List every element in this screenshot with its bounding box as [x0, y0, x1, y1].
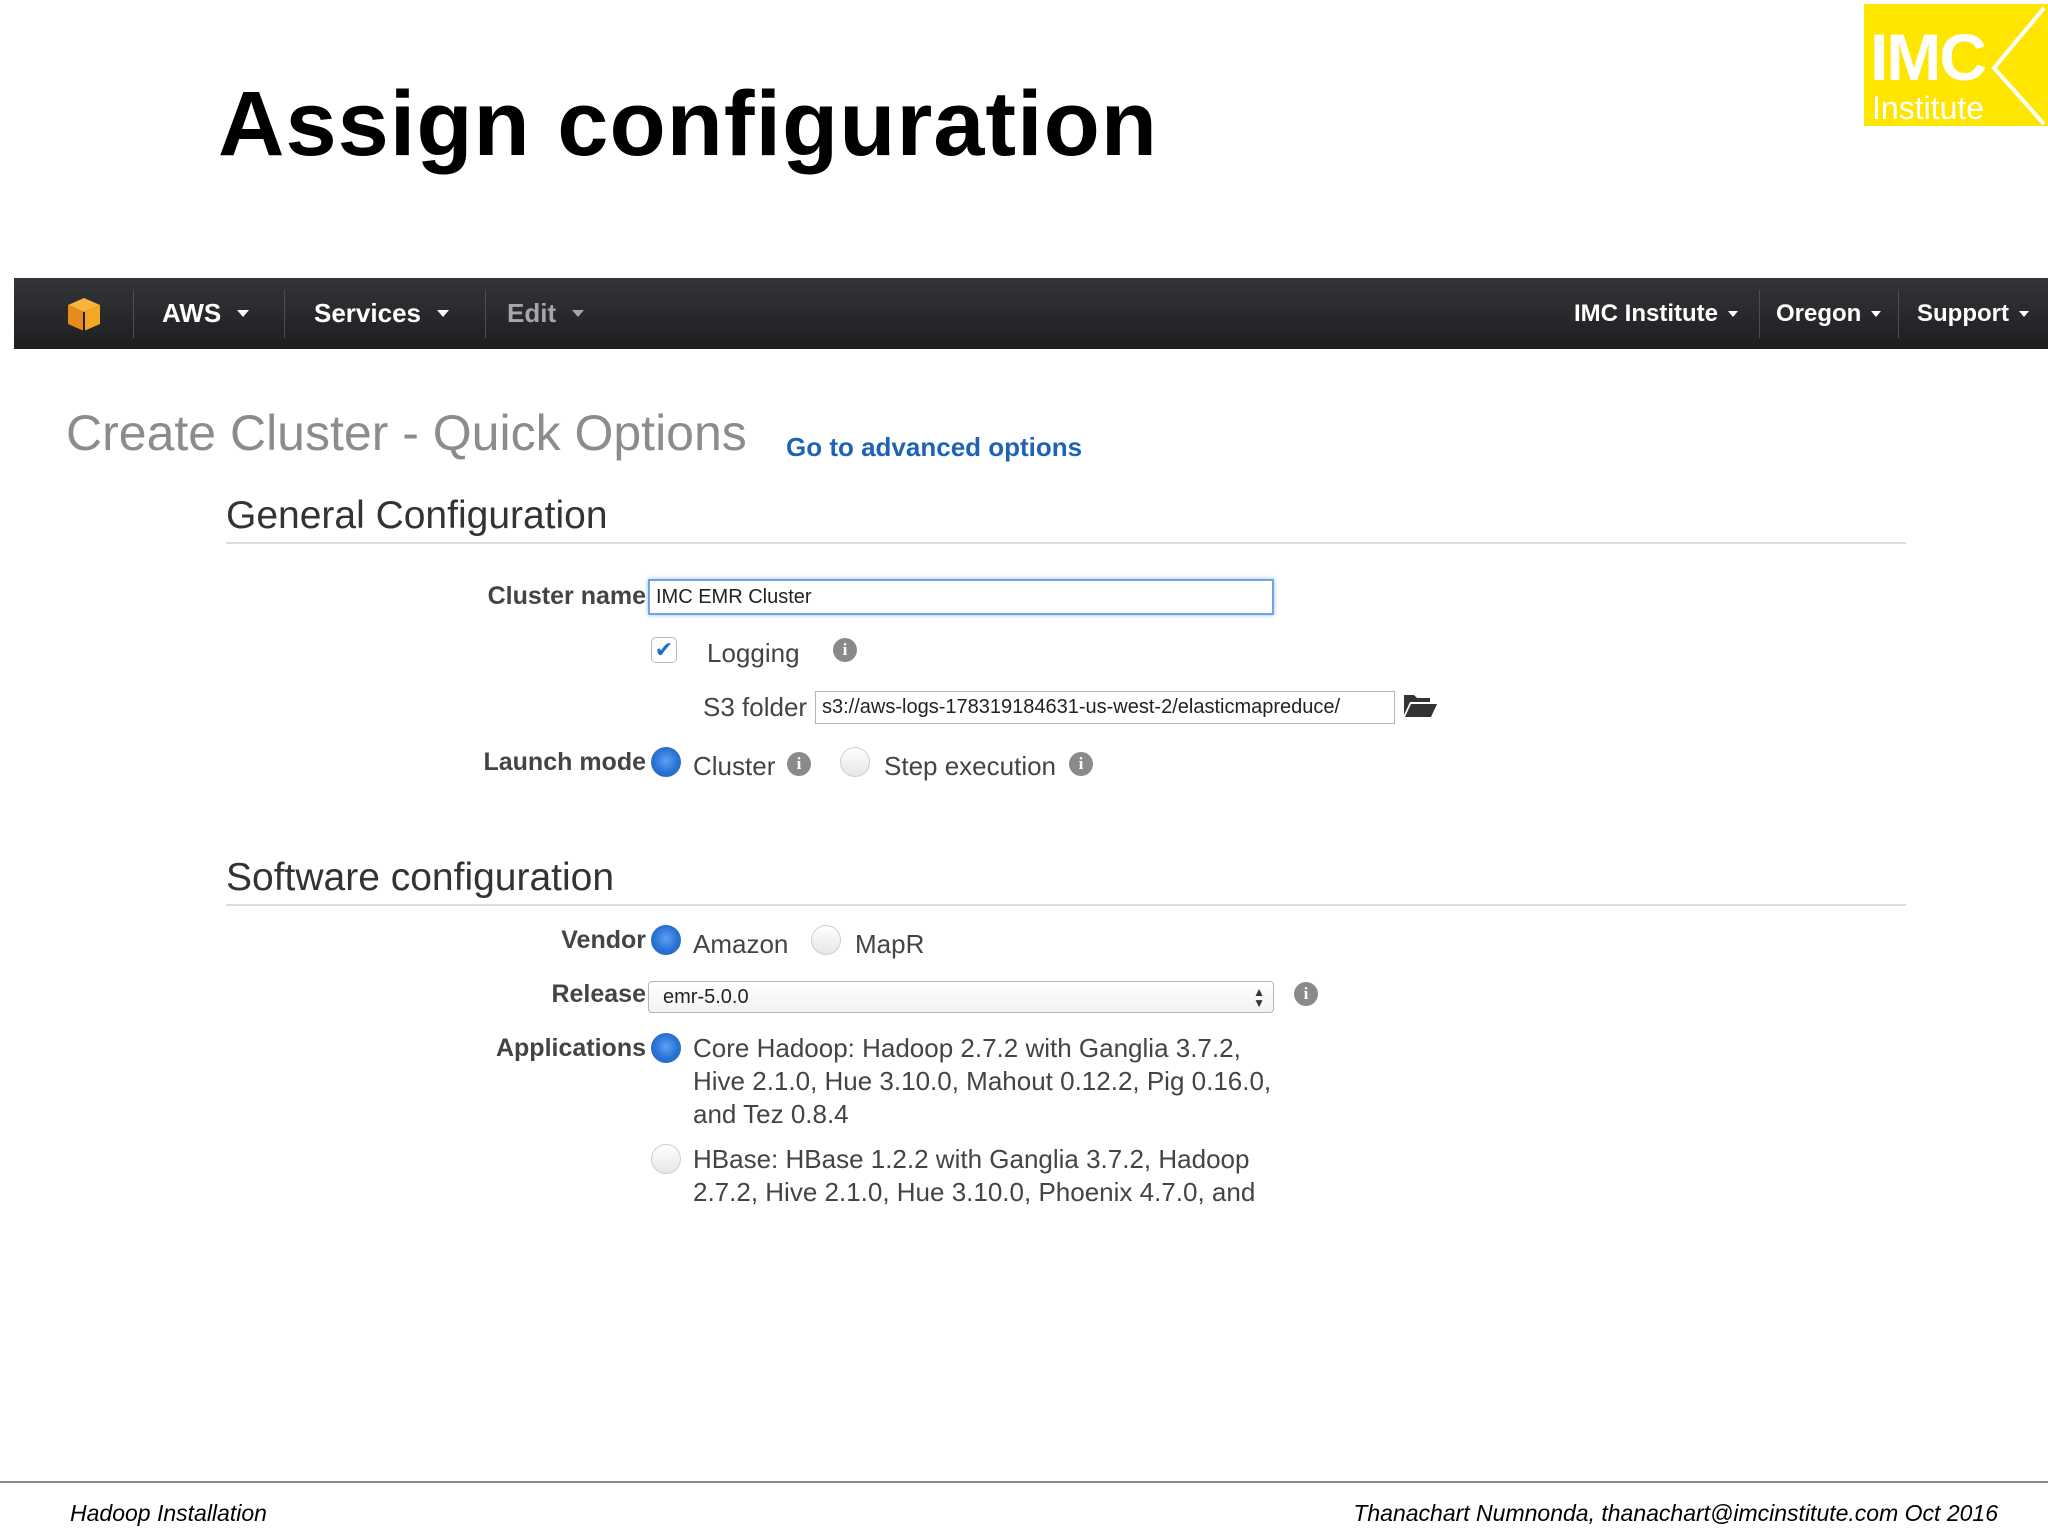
nav-divider [485, 290, 486, 338]
page-heading: Create Cluster - Quick Options [66, 405, 747, 461]
chevron-down-icon [2018, 310, 2029, 317]
application-hbase-radio[interactable] [651, 1144, 681, 1174]
general-configuration-title: General Configuration [226, 494, 608, 537]
s3-folder-label: S3 folder [703, 692, 808, 722]
application-core-hadoop-line: Hive 2.1.0, Hue 3.10.0, Mahout 0.12.2, P… [693, 1066, 1272, 1096]
chevron-down-icon [572, 310, 585, 317]
chevron-down-icon [1728, 310, 1738, 317]
launch-mode-step-radio[interactable] [840, 747, 870, 777]
support-menu[interactable]: Support [1917, 278, 2029, 349]
nav-divider [133, 290, 134, 338]
section-divider [226, 542, 1906, 544]
advanced-options-link[interactable]: Go to advanced options [786, 432, 1082, 463]
account-menu-label: IMC Institute [1574, 299, 1718, 327]
aws-console-screenshot: AWS Services Edit IMC Institute Oregon S… [14, 278, 2048, 1207]
application-core-hadoop-label: Core Hadoop: Hadoop 2.7.2 with Ganglia 3… [693, 1032, 1271, 1131]
edit-menu[interactable]: Edit [507, 278, 585, 349]
applications-label: Applications [495, 1034, 646, 1062]
vendor-amazon-radio[interactable] [651, 925, 681, 955]
section-divider [226, 904, 1906, 906]
launch-mode-label: Launch mode [483, 748, 646, 776]
support-menu-label: Support [1917, 299, 2009, 327]
chevron-down-icon [237, 310, 250, 317]
chevron-down-icon [1871, 310, 1882, 317]
release-select[interactable]: emr-5.0.0 ▲ ▼ [648, 981, 1274, 1013]
launch-mode-cluster-radio[interactable] [651, 747, 681, 777]
vendor-mapr-label: MapR [855, 929, 925, 959]
info-icon[interactable]: i [787, 752, 811, 776]
footer-course-title: Hadoop Installation [70, 1500, 267, 1526]
aws-cube-icon[interactable] [64, 278, 104, 349]
info-icon[interactable]: i [1069, 752, 1093, 776]
application-hbase-line: 2.7.2, Hive 2.1.0, Hue 3.10.0, Phoenix 4… [693, 1177, 1256, 1207]
logging-label: Logging [707, 638, 800, 668]
region-menu-label: Oregon [1776, 299, 1862, 327]
region-menu[interactable]: Oregon [1776, 278, 1882, 349]
application-core-hadoop-line: and Tez 0.8.4 [693, 1099, 849, 1129]
s3-folder-input[interactable]: s3://aws-logs-178319184631-us-west-2/ela… [815, 691, 1395, 724]
launch-mode-step-label: Step execution [884, 751, 1057, 781]
vendor-label: Vendor [561, 926, 646, 954]
select-arrows-icon: ▲ ▼ [1253, 985, 1265, 1010]
logging-checkbox[interactable]: ✔ [651, 637, 677, 663]
chevron-down-icon [436, 310, 449, 317]
nav-divider [1759, 290, 1760, 338]
vendor-mapr-radio[interactable] [811, 925, 841, 955]
aws-menu-label: AWS [162, 298, 222, 328]
cluster-name-input[interactable]: IMC EMR Cluster [648, 579, 1274, 615]
nav-divider [284, 290, 285, 338]
application-hbase-label: HBase: HBase 1.2.2 with Ganglia 3.7.2, H… [693, 1143, 1255, 1209]
footer-author: Thanachart Numnonda, thanachart@imcinsti… [1353, 1500, 1998, 1526]
edit-menu-label: Edit [507, 298, 557, 328]
account-menu[interactable]: IMC Institute [1574, 278, 1738, 349]
logo-text-institute: Institute [1872, 90, 1985, 126]
release-label: Release [551, 980, 646, 1008]
application-core-hadoop-line: Core Hadoop: Hadoop 2.7.2 with Ganglia 3… [693, 1033, 1241, 1063]
logo-text-imc: IMC [1870, 20, 1987, 94]
vendor-amazon-label: Amazon [693, 929, 789, 959]
application-hbase-line: HBase: HBase 1.2.2 with Ganglia 3.7.2, H… [693, 1144, 1250, 1174]
aws-menu[interactable]: AWS [162, 278, 250, 349]
footer-divider [0, 1481, 2048, 1483]
software-configuration-title: Software configuration [226, 856, 615, 899]
launch-mode-cluster-label: Cluster [693, 751, 776, 781]
cluster-name-label: Cluster name [487, 582, 646, 610]
services-menu[interactable]: Services [314, 278, 449, 349]
slide-title: Assign configuration [218, 73, 1158, 175]
application-core-hadoop-radio[interactable] [651, 1033, 681, 1063]
info-icon[interactable]: i [1294, 982, 1318, 1006]
release-select-value: emr-5.0.0 [663, 985, 749, 1008]
folder-browse-icon[interactable] [1402, 691, 1438, 724]
imc-institute-logo: IMC Institute [1864, 4, 2048, 126]
info-icon[interactable]: i [833, 638, 857, 662]
nav-divider [1898, 290, 1899, 338]
aws-navbar: AWS Services Edit IMC Institute Oregon S… [14, 278, 2048, 349]
services-menu-label: Services [314, 298, 421, 328]
